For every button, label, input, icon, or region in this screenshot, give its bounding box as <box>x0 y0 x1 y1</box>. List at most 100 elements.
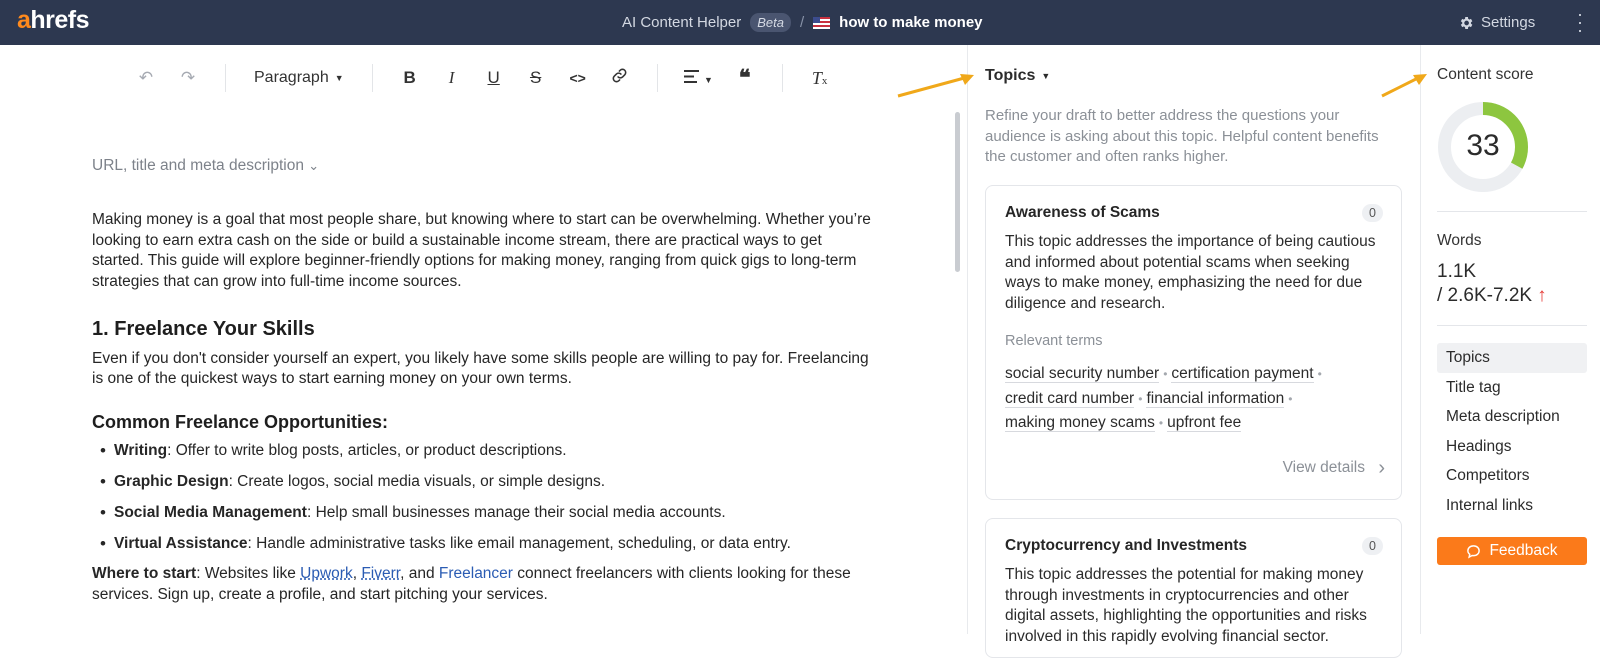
rail-divider <box>1420 45 1421 634</box>
words-target: / 2.6K-7.2K <box>1437 285 1533 306</box>
rail-separator <box>1437 211 1587 212</box>
annotation-arrow-icon <box>897 74 974 98</box>
breadcrumb-app[interactable]: AI Content Helper <box>622 14 741 31</box>
rail-nav-competitors[interactable]: Competitors <box>1437 461 1587 491</box>
rail-nav-meta-description[interactable]: Meta description <box>1437 402 1587 432</box>
relevant-term[interactable]: certification payment <box>1171 365 1314 383</box>
settings-button[interactable]: Settings <box>1458 0 1535 45</box>
breadcrumb-separator: / <box>799 14 805 31</box>
words-count: 1.1K / 2.6K-7.2K ↑ <box>1437 260 1547 308</box>
list-item: Social Media Management: Help small busi… <box>100 503 872 524</box>
topic-card-title: Awareness of Scams <box>1005 204 1160 221</box>
link-icon <box>612 68 627 83</box>
blockquote-button[interactable]: ❝ <box>724 65 766 91</box>
clear-format-label: T <box>811 67 822 88</box>
term-separator: • <box>1163 367 1168 381</box>
underline-button[interactable]: U <box>473 68 515 88</box>
term-separator: • <box>1317 367 1322 381</box>
rail-nav-title-tag[interactable]: Title tag <box>1437 373 1587 403</box>
chevron-down-icon: ⌄ <box>308 158 320 173</box>
toolbar-divider <box>225 64 226 92</box>
term-separator: • <box>1138 391 1143 406</box>
undo-icon[interactable]: ↶ <box>125 68 167 88</box>
topic-card-description: This topic addresses the potential for m… <box>1005 566 1367 645</box>
term-separator: • <box>1288 391 1293 406</box>
where-to-start-paragraph: Where to start: Websites like Upwork, Fi… <box>92 565 851 603</box>
intro-paragraph: Making money is a goal that most people … <box>92 211 871 290</box>
relevant-term[interactable]: credit card number <box>1005 389 1135 408</box>
heading-freelance: 1. Freelance Your Skills <box>92 318 315 340</box>
document-title[interactable]: how to make money <box>839 14 982 31</box>
topics-dropdown[interactable]: Topics ▼ <box>985 67 1050 85</box>
caret-down-icon: ▼ <box>334 73 344 83</box>
freelance-paragraph: Even if you don't consider yourself an e… <box>92 349 869 388</box>
relevant-term[interactable]: financial information <box>1146 389 1285 408</box>
editor-content[interactable]: Making money is a goal that most people … <box>92 210 872 605</box>
feedback-label: Feedback <box>1489 542 1558 559</box>
topic-card[interactable]: Cryptocurrency and Investments 0 This to… <box>985 518 1402 658</box>
opportunities-list: Writing: Offer to write blog posts, arti… <box>100 441 872 555</box>
strikethrough-button[interactable]: S <box>515 68 557 88</box>
relevant-term[interactable]: upfront fee <box>1167 414 1242 432</box>
fiverr-link[interactable]: Fiverr <box>361 565 400 582</box>
heading-opportunities: Common Freelance Opportunities: <box>92 411 389 432</box>
editor-toolbar: ↶ ↷ Paragraph ▼ B I U S <> ▼ ❝ Tx <box>125 60 841 96</box>
rail-nav-topics[interactable]: Topics <box>1437 343 1587 373</box>
redo-icon[interactable]: ↷ <box>167 68 209 88</box>
toolbar-divider <box>781 64 783 92</box>
block-style-dropdown[interactable]: Paragraph ▼ <box>242 69 356 87</box>
beta-badge: Beta <box>750 13 791 32</box>
clear-format-x-icon: x <box>821 74 828 87</box>
words-current: 1.1K <box>1437 261 1477 282</box>
gear-icon <box>1460 16 1473 29</box>
content-score-label: Content score <box>1437 66 1534 83</box>
list-item: Writing: Offer to write blog posts, arti… <box>100 441 872 462</box>
meta-description-toggle[interactable]: URL, title and meta description ⌄ <box>92 157 319 175</box>
upwork-link[interactable]: Upwork <box>300 565 353 582</box>
bold-button[interactable]: B <box>389 68 431 88</box>
topic-count-badge: 0 <box>1362 537 1383 555</box>
us-flag-icon <box>813 16 831 29</box>
topic-card-description: This topic addresses the importance of b… <box>1005 233 1376 312</box>
code-button[interactable]: <> <box>557 70 599 86</box>
view-details-link[interactable]: View details <box>1283 459 1365 477</box>
list-item: Graphic Design: Create logos, social med… <box>100 472 872 493</box>
caret-down-icon: ▼ <box>704 75 713 85</box>
breadcrumb: AI Content Helper Beta / how to make mon… <box>622 0 983 45</box>
clear-format-button[interactable]: Tx <box>799 68 841 89</box>
settings-label: Settings <box>1481 14 1536 31</box>
link-button[interactable] <box>599 67 641 89</box>
rail-separator <box>1437 325 1587 326</box>
ahrefs-logo[interactable]: ahrefs <box>17 6 90 35</box>
topics-description: Refine your draft to better address the … <box>985 107 1379 165</box>
caret-down-icon: ▼ <box>1041 71 1051 81</box>
chat-bubble-icon <box>1467 544 1481 559</box>
more-menu-icon[interactable]: · · · <box>1577 5 1583 39</box>
relevant-term[interactable]: making money scams <box>1005 414 1155 432</box>
topics-heading: Topics <box>985 67 1036 84</box>
italic-button[interactable]: I <box>431 68 473 88</box>
topic-count-badge: 0 <box>1362 204 1383 222</box>
annotation-arrow-icon <box>1381 74 1427 98</box>
rail-navigation: Topics Title tag Meta description Headin… <box>1437 343 1587 520</box>
relevant-terms-list: social security number • certification pay… <box>1005 362 1382 436</box>
toolbar-divider <box>371 64 373 92</box>
block-style-label: Paragraph <box>254 69 329 86</box>
editor-scrollbar[interactable] <box>955 112 960 272</box>
topic-card-title: Cryptocurrency and Investments <box>1005 537 1248 554</box>
meta-toggle-label: URL, title and meta description <box>92 157 304 174</box>
term-separator: • <box>1158 416 1164 430</box>
chevron-right-icon: › <box>1378 457 1385 479</box>
feedback-button[interactable]: Feedback <box>1437 537 1587 565</box>
align-dropdown[interactable]: ▼ <box>674 68 724 88</box>
panel-divider <box>967 45 968 634</box>
list-item: Virtual Assistance: Handle administrativ… <box>100 534 872 555</box>
freelancer-link[interactable]: Freelancer <box>439 565 513 582</box>
relevant-term[interactable]: social security number <box>1005 365 1160 383</box>
words-label: Words <box>1437 232 1482 249</box>
rail-nav-internal-links[interactable]: Internal links <box>1437 491 1587 521</box>
topic-card[interactable]: Awareness of Scams 0 This topic addresse… <box>985 185 1402 500</box>
rail-nav-headings[interactable]: Headings <box>1437 432 1587 462</box>
content-score-value: 33 <box>1466 129 1500 162</box>
arrow-up-icon: ↑ <box>1537 285 1547 306</box>
